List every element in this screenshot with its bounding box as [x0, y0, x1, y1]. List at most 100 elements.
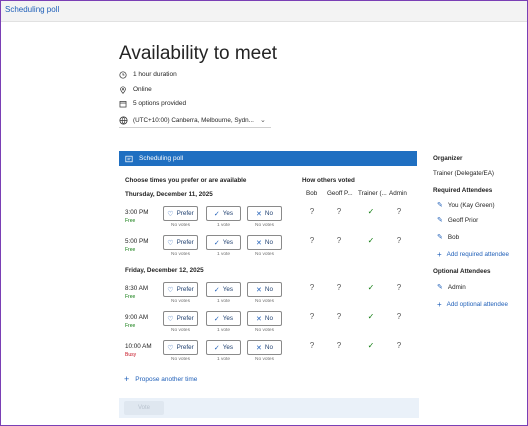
column-geoff: Geoff P... — [327, 190, 353, 197]
yes-button[interactable]: ✓ Yes — [206, 206, 241, 221]
prefer-button[interactable]: ♡ Prefer — [163, 235, 198, 250]
title-bar: Scheduling poll — [1, 1, 527, 22]
prefer-label: Prefer — [176, 210, 194, 217]
column-admin: Admin — [389, 190, 407, 197]
vote-count: No votes — [171, 357, 190, 362]
prefer-button[interactable]: ♡ Prefer — [163, 282, 198, 297]
slot-status: Free — [125, 294, 136, 300]
slot-status: Busy — [125, 352, 137, 358]
location-text: Online — [133, 86, 152, 93]
slot-status: Free — [125, 323, 136, 329]
check-icon: ✓ — [367, 312, 375, 321]
heart-icon: ♡ — [167, 344, 174, 352]
close-icon: ✕ — [256, 239, 262, 247]
vote-count: 1 vote — [216, 357, 231, 362]
prefer-button[interactable]: ♡ Prefer — [163, 206, 198, 221]
no-button[interactable]: ✕ No — [247, 206, 282, 221]
question-icon: ? — [336, 341, 342, 350]
pencil-icon: ✎ — [437, 234, 443, 241]
column-bob: Bob — [306, 190, 318, 197]
plus-icon: + — [437, 300, 442, 309]
duration-row: 1 hour duration — [119, 69, 177, 80]
yes-button[interactable]: ✓ Yes — [206, 282, 241, 297]
globe-icon — [119, 115, 128, 125]
yes-label: Yes — [222, 315, 234, 322]
prefer-label: Prefer — [176, 315, 194, 322]
no-label: No — [264, 344, 273, 351]
prefer-label: Prefer — [176, 239, 194, 246]
attendee-item[interactable]: ✎ Geoff Prior — [437, 216, 478, 225]
yes-button[interactable]: ✓ Yes — [206, 235, 241, 250]
check-icon: ✓ — [213, 315, 220, 323]
attendee-name: You (Kay Green) — [447, 201, 495, 209]
question-icon: ? — [309, 236, 315, 245]
attendee-item[interactable]: ✎ You (Kay Green) — [437, 201, 495, 210]
column-trainer: Trainer (... — [358, 190, 387, 197]
footer-bar — [119, 398, 419, 418]
question-icon: ? — [309, 312, 315, 321]
add-optional-label: Add optional attendee — [446, 301, 508, 308]
vote-count: No votes — [255, 252, 274, 257]
question-icon: ? — [336, 312, 342, 321]
location-pin-icon — [120, 85, 126, 94]
vote-count: No votes — [171, 299, 190, 304]
question-icon: ? — [336, 236, 342, 245]
propose-time-link[interactable]: + Propose another time — [124, 374, 197, 384]
organizer-name: Trainer (Delegate/EA) — [433, 170, 495, 177]
no-button[interactable]: ✕ No — [247, 235, 282, 250]
yes-button[interactable]: ✓ Yes — [206, 311, 241, 326]
location-row: Online — [119, 84, 152, 95]
question-icon: ? — [396, 312, 402, 321]
yes-button[interactable]: ✓ Yes — [206, 340, 241, 355]
question-icon: ? — [396, 236, 402, 245]
slot-time: 8:30 AM — [125, 285, 149, 292]
optional-label: Optional Attendees — [433, 268, 491, 275]
close-icon: ✕ — [256, 344, 262, 352]
no-button[interactable]: ✕ No — [247, 282, 282, 297]
add-required-attendee-link[interactable]: + Add required attendee — [437, 250, 509, 259]
check-icon: ✓ — [367, 207, 375, 216]
propose-label: Propose another time — [135, 375, 198, 383]
check-icon: ✓ — [213, 344, 220, 352]
vote-count: No votes — [255, 299, 274, 304]
pencil-icon: ✎ — [437, 202, 443, 209]
yes-label: Yes — [222, 344, 234, 351]
close-icon: ✕ — [256, 286, 262, 294]
add-required-label: Add required attendee — [446, 251, 509, 258]
clock-icon — [119, 70, 127, 79]
options-text: 5 options provided — [133, 100, 187, 107]
heart-icon: ♡ — [167, 286, 174, 294]
vote-count: 1 vote — [216, 299, 231, 304]
banner-label: Scheduling poll — [139, 155, 184, 162]
slot-status: Free — [125, 218, 136, 224]
no-button[interactable]: ✕ No — [247, 340, 282, 355]
prefer-button[interactable]: ♡ Prefer — [163, 311, 198, 326]
attendee-item[interactable]: ✎ Bob — [437, 233, 459, 242]
duration-text: 1 hour duration — [133, 71, 177, 78]
no-label: No — [264, 315, 273, 322]
slot-time: 10:00 AM — [125, 343, 152, 350]
no-label: No — [264, 210, 273, 217]
choose-times-header: Choose times you prefer or are available — [125, 177, 247, 184]
question-icon: ? — [309, 341, 315, 350]
question-icon: ? — [336, 283, 342, 292]
no-button[interactable]: ✕ No — [247, 311, 282, 326]
check-icon: ✓ — [367, 236, 375, 245]
check-icon: ✓ — [213, 286, 220, 294]
timezone-select[interactable]: (UTC+10:00) Canberra, Melbourne, Sydn...… — [119, 113, 271, 128]
vote-count: No votes — [255, 328, 274, 333]
heart-icon: ♡ — [167, 210, 174, 218]
vote-count: No votes — [171, 328, 190, 333]
vote-button[interactable]: Vote — [124, 401, 164, 415]
prefer-button[interactable]: ♡ Prefer — [163, 340, 198, 355]
heart-icon: ♡ — [167, 315, 174, 323]
required-label: Required Attendees — [433, 187, 493, 194]
vote-count: 1 vote — [216, 223, 231, 228]
yes-label: Yes — [222, 239, 234, 246]
add-optional-attendee-link[interactable]: + Add optional attendee — [437, 300, 508, 309]
page-title: Availability to meet — [119, 43, 278, 64]
slot-time: 5:00 PM — [125, 238, 149, 245]
date-heading: Friday, December 12, 2025 — [125, 267, 204, 274]
attendee-item[interactable]: ✎ Admin — [437, 283, 466, 292]
prefer-label: Prefer — [176, 286, 194, 293]
